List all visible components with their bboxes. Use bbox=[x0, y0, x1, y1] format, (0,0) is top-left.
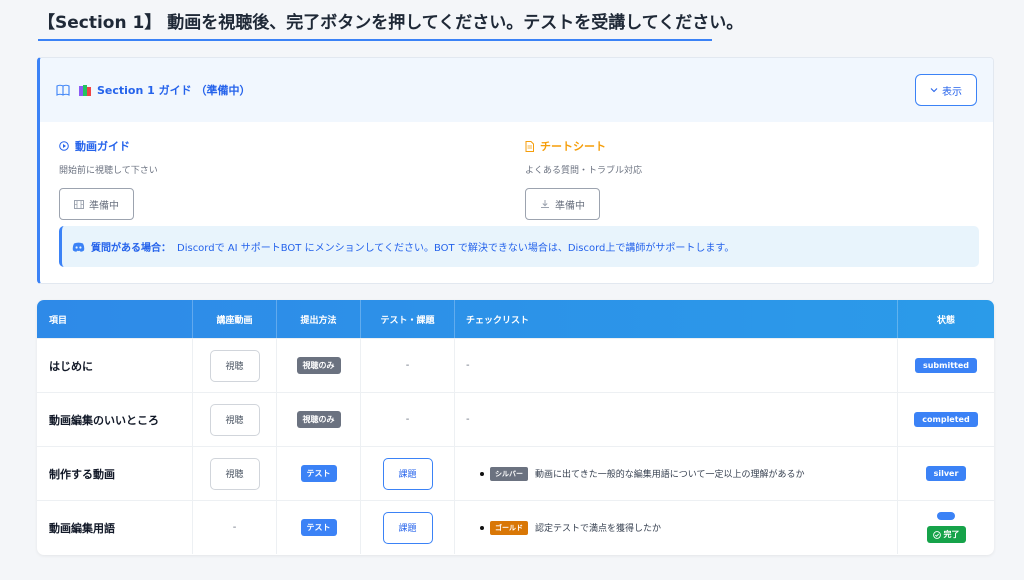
done-badge-label: 完了 bbox=[943, 530, 960, 539]
status-badge: silver bbox=[925, 466, 967, 481]
task-button[interactable]: 課題 bbox=[382, 457, 433, 490]
header-method: 提出方法 bbox=[277, 300, 361, 338]
table-row: はじめに 視聴 視聴のみ - - submitted bbox=[37, 338, 994, 392]
cheat-sheet: チートシート よくある質問・トラブル対応 準備中 bbox=[525, 138, 642, 220]
table-row: 制作する動画 視聴 テスト 課題 シルバー 動画に出てきた一般的な編集用語につい… bbox=[37, 446, 994, 500]
method-tag: 視聴のみ bbox=[296, 411, 341, 428]
film-icon bbox=[74, 199, 84, 209]
watch-button[interactable]: 視聴 bbox=[209, 349, 260, 382]
bullet bbox=[480, 525, 484, 530]
checklist-text: 認定テストで満点を獲得したか bbox=[535, 524, 662, 534]
table-header: 項目 講座動画 提出方法 テスト・課題 チェックリスト 状態 bbox=[37, 300, 994, 338]
guide-header: Section 1 ガイド （準備中） 表示 bbox=[40, 58, 993, 122]
support-text: Discordで AI サポートBOT にメンションしてください。BOT で解決… bbox=[177, 243, 735, 254]
page-title: 【Section 1】 動画を視聴後、完了ボタンを押してください。テストを受講し… bbox=[38, 8, 743, 41]
video-guide: 動画ガイド 開始前に視聴して下さい 準備中 bbox=[59, 138, 158, 220]
level-badge: シルバー bbox=[490, 466, 528, 481]
header-test: テスト・課題 bbox=[361, 300, 455, 338]
bullet bbox=[480, 471, 484, 476]
watch-button[interactable]: 視聴 bbox=[209, 403, 260, 436]
guide-title: Section 1 ガイド （準備中） bbox=[97, 84, 251, 97]
support-label: 質問がある場合： bbox=[91, 243, 171, 254]
video-empty: - bbox=[232, 522, 237, 533]
header-checklist: チェックリスト bbox=[455, 300, 898, 338]
checklist-text: 動画に出てきた一般的な編集用語について一定以上の理解があるか bbox=[535, 470, 805, 480]
cheat-sheet-subtitle: よくある質問・トラブル対応 bbox=[525, 166, 643, 176]
table-row: 動画編集のいいところ 視聴 視聴のみ - - completed bbox=[37, 392, 994, 446]
video-guide-button-label: 準備中 bbox=[89, 200, 119, 212]
method-tag: テスト bbox=[300, 519, 337, 536]
row-item: 制作する動画 bbox=[37, 447, 193, 500]
method-tag: 視聴のみ bbox=[296, 357, 341, 374]
method-tag: テスト bbox=[300, 465, 337, 482]
status-badge: submitted bbox=[914, 358, 978, 373]
chevron-down-icon bbox=[930, 85, 938, 96]
watch-button[interactable]: 視聴 bbox=[209, 457, 260, 490]
checklist-item: ゴールド 認定テストで満点を獲得したか bbox=[466, 520, 662, 535]
test-empty: - bbox=[405, 414, 410, 425]
status-badge: completed bbox=[914, 412, 978, 427]
show-button[interactable]: 表示 bbox=[915, 74, 977, 106]
cheat-sheet-button-label: 準備中 bbox=[555, 200, 585, 212]
test-empty: - bbox=[405, 360, 410, 371]
check-circle-icon bbox=[932, 530, 941, 539]
cheat-sheet-button[interactable]: 準備中 bbox=[525, 188, 600, 220]
video-guide-subtitle: 開始前に視聴して下さい bbox=[59, 166, 158, 176]
checklist-empty: - bbox=[466, 360, 470, 371]
document-icon bbox=[525, 140, 534, 152]
row-item: 動画編集のいいところ bbox=[37, 393, 193, 446]
row-item: はじめに bbox=[37, 339, 193, 392]
video-guide-button[interactable]: 準備中 bbox=[59, 188, 134, 220]
cheat-sheet-title: チートシート bbox=[540, 140, 606, 153]
header-status: 状態 bbox=[936, 315, 955, 326]
table-row: 動画編集用語 - テスト 課題 ゴールド 認定テストで満点を獲得したか 完了 bbox=[37, 500, 994, 554]
checklist-empty: - bbox=[466, 414, 470, 425]
section-guide-card: Section 1 ガイド （準備中） 表示 動画ガイド 開始前に視聴して下さい… bbox=[37, 57, 994, 284]
status-pill bbox=[937, 512, 955, 520]
header-video: 講座動画 bbox=[193, 300, 277, 338]
play-circle-icon bbox=[59, 141, 69, 151]
book-icon bbox=[56, 84, 70, 96]
show-button-label: 表示 bbox=[942, 86, 962, 98]
discord-icon bbox=[72, 242, 85, 252]
row-item: 動画編集用語 bbox=[37, 501, 193, 554]
support-notice: 質問がある場合： Discordで AI サポートBOT にメンションしてくださ… bbox=[59, 226, 979, 267]
checklist-item: シルバー 動画に出てきた一般的な編集用語について一定以上の理解があるか bbox=[466, 466, 805, 481]
books-icon bbox=[78, 83, 92, 97]
level-badge: ゴールド bbox=[490, 520, 528, 535]
download-icon bbox=[541, 200, 549, 208]
task-button[interactable]: 課題 bbox=[382, 511, 433, 544]
header-item: 項目 bbox=[37, 300, 193, 338]
task-table: 項目 講座動画 提出方法 テスト・課題 チェックリスト 状態 はじめに 視聴 視… bbox=[37, 300, 994, 555]
video-guide-title: 動画ガイド bbox=[75, 140, 130, 153]
done-badge[interactable]: 完了 bbox=[926, 526, 966, 543]
